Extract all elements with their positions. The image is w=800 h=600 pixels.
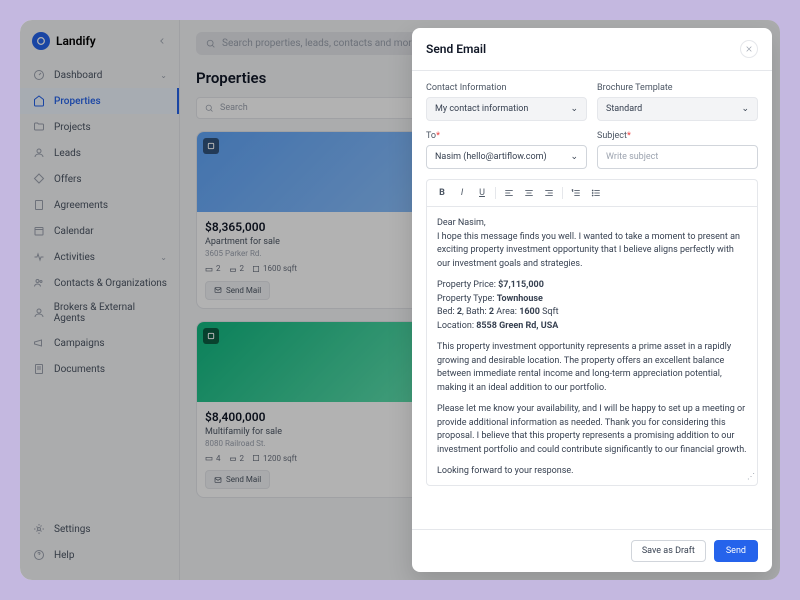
unordered-list-icon: [591, 188, 601, 198]
send-email-modal: Send Email Contact Information My contac…: [412, 28, 772, 572]
modal-footer: Save as Draft Send: [412, 529, 772, 572]
paragraph: Please let me know your availability, an…: [437, 403, 747, 457]
resize-handle[interactable]: ⋰: [747, 471, 755, 483]
subject-input[interactable]: Write subject: [597, 145, 758, 169]
chevron-down-icon: ⌄: [570, 104, 578, 114]
underline-button[interactable]: U: [473, 184, 491, 202]
unordered-list-button[interactable]: [587, 184, 605, 202]
paragraph: This property investment opportunity rep…: [437, 341, 747, 395]
email-body-editor[interactable]: Dear Nasim, I hope this message finds yo…: [426, 206, 758, 486]
close-icon: [745, 45, 753, 53]
chevron-down-icon: ⌄: [741, 104, 749, 114]
app-window: Landify Dashboard ⌄ Properties Projects …: [20, 20, 780, 580]
svg-text:1: 1: [572, 189, 573, 192]
modal-body: Contact Information My contact informati…: [412, 71, 772, 529]
align-center-icon: [524, 188, 534, 198]
chevron-down-icon: ⌄: [570, 152, 578, 162]
modal-header: Send Email: [412, 28, 772, 71]
contact-select[interactable]: My contact information ⌄: [426, 97, 587, 121]
align-left-button[interactable]: [500, 184, 518, 202]
brochure-label: Brochure Template: [597, 83, 758, 93]
subject-label: Subject*: [597, 131, 758, 141]
details: Property Price: $7,115,000 Property Type…: [437, 279, 747, 333]
align-left-icon: [504, 188, 514, 198]
italic-button[interactable]: I: [453, 184, 471, 202]
ordered-list-icon: 1: [571, 188, 581, 198]
align-right-icon: [544, 188, 554, 198]
ordered-list-button[interactable]: 1: [567, 184, 585, 202]
align-right-button[interactable]: [540, 184, 558, 202]
to-label: To*: [426, 131, 587, 141]
contact-label: Contact Information: [426, 83, 587, 93]
send-button[interactable]: Send: [714, 540, 758, 562]
close-button[interactable]: [740, 40, 758, 58]
editor-toolbar: B I U 1: [426, 179, 758, 206]
align-center-button[interactable]: [520, 184, 538, 202]
save-draft-button[interactable]: Save as Draft: [631, 540, 706, 562]
brochure-select[interactable]: Standard ⌄: [597, 97, 758, 121]
intro: I hope this message finds you well. I wa…: [437, 231, 747, 272]
to-input[interactable]: Nasim (hello@artiflow.com) ⌄: [426, 145, 587, 169]
bold-button[interactable]: B: [433, 184, 451, 202]
closing: Looking forward to your response.: [437, 465, 747, 479]
greeting: Dear Nasim,: [437, 217, 747, 231]
modal-title: Send Email: [426, 42, 486, 56]
